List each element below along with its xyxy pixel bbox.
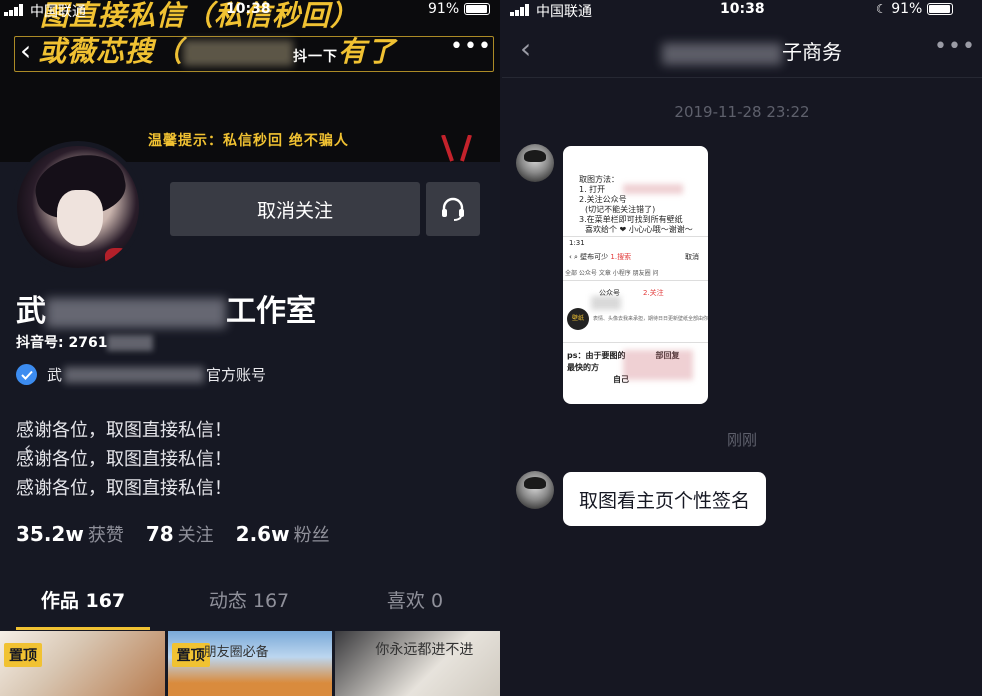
profile-screen: 图直接私信（私信秒回） 或薇芯搜（ 抖一下有了 温馨提示：私信秒回 绝不骗人 中国…: [0, 0, 500, 696]
unfollow-button[interactable]: 取消关注: [170, 182, 420, 236]
bio-arrow-icon: ‹: [24, 438, 32, 459]
status-bar: 中国联通 10:38 91%: [0, 0, 500, 20]
back-chevron-icon[interactable]: ‹: [20, 36, 48, 66]
tab-works[interactable]: 作品 167: [0, 586, 166, 630]
bio-line: 感谢各位，取图直接私信！: [16, 478, 232, 499]
text-message[interactable]: 取图看主页个性签名: [563, 472, 767, 526]
stat-likes[interactable]: 35.2w 获赞: [16, 521, 124, 547]
red-decoration-icon: [441, 135, 472, 162]
video-thumbnail[interactable]: 置顶: [0, 631, 165, 696]
thumbnail-caption: 你永远都进不进: [375, 642, 474, 658]
avatar[interactable]: [12, 141, 144, 273]
video-grid: 置顶 置顶 朋友圈必备 你永远都进不进: [0, 631, 500, 696]
more-options-icon[interactable]: •••: [450, 34, 491, 59]
clock: 10:38: [720, 1, 765, 17]
sender-avatar[interactable]: [516, 144, 554, 182]
profile-banner: 图直接私信（私信秒回） 或薇芯搜（ 抖一下有了 温馨提示：私信秒回 绝不骗人: [0, 0, 500, 162]
thumbnail-caption: 朋友圈必备: [203, 645, 269, 660]
profile-tabs: 作品 167 动态 167 喜欢 0: [0, 586, 500, 630]
stat-following[interactable]: 78 关注: [146, 521, 214, 547]
sender-avatar[interactable]: [516, 471, 554, 509]
tab-likes[interactable]: 喜欢 0: [332, 586, 498, 630]
video-thumbnail[interactable]: 置顶 朋友圈必备: [167, 631, 333, 696]
message-timestamp: 2019-11-28 23:22: [674, 103, 810, 121]
chat-title: 子商务: [662, 36, 842, 65]
bio-line: 感谢各位，取图直接私信！: [16, 420, 232, 441]
chat-header: ‹ 子商务 •••: [502, 22, 982, 78]
battery-icon: [463, 3, 490, 15]
moon-icon: ☾: [876, 2, 887, 16]
profile-bio: 感谢各位，取图直接私信！ 感谢各位，取图直接私信！ 感谢各位，取图直接私信！: [16, 416, 232, 503]
chat-screen: 中国联通 10:38 ☾ 91% ‹ 子商务 ••• 2019-11-28 23…: [502, 0, 982, 696]
more-options-icon[interactable]: •••: [934, 34, 976, 59]
profile-stats: 35.2w 获赞 78 关注 2.6w 粉丝: [16, 521, 330, 547]
bio-line: 感谢各位，取图直接私信！: [16, 449, 232, 470]
headset-icon: [442, 197, 464, 221]
signal-icon: [510, 4, 532, 16]
carrier-label: 中国联通: [30, 4, 86, 20]
message-timestamp: 刚刚: [726, 431, 757, 449]
stat-followers[interactable]: 2.6w 粉丝: [236, 521, 330, 547]
status-bar: 中国联通 10:38 ☾ 91%: [502, 0, 982, 20]
verified-label: 武官方账号: [16, 364, 266, 385]
battery-label: 91%: [428, 1, 490, 17]
carrier-label: 中国联通: [536, 4, 592, 20]
message-button[interactable]: [426, 182, 480, 236]
pinned-badge: 置顶: [4, 643, 42, 667]
battery-icon: [926, 3, 953, 15]
profile-name: 武工作室: [16, 294, 316, 329]
image-message[interactable]: 取图方法： 1. 打开 2.关注公众号 (切记不能关注错了) 3.在菜单栏即可找…: [563, 146, 708, 404]
tab-activity[interactable]: 动态 167: [166, 586, 332, 630]
back-chevron-icon[interactable]: ‹: [520, 32, 531, 65]
douyin-id: 抖音号: 2761: [16, 332, 154, 352]
verified-check-icon: [16, 364, 37, 385]
banner-text-line2: 或薇芯搜（ 抖一下有了: [38, 35, 397, 68]
clock: 10:38: [226, 1, 271, 17]
battery-label: ☾ 91%: [876, 1, 953, 17]
avatar-image: [17, 146, 139, 268]
signal-icon: [4, 4, 26, 16]
banner-tip: 温馨提示：私信秒回 绝不骗人: [148, 133, 349, 149]
video-thumbnail[interactable]: 你永远都进不进: [335, 631, 500, 696]
